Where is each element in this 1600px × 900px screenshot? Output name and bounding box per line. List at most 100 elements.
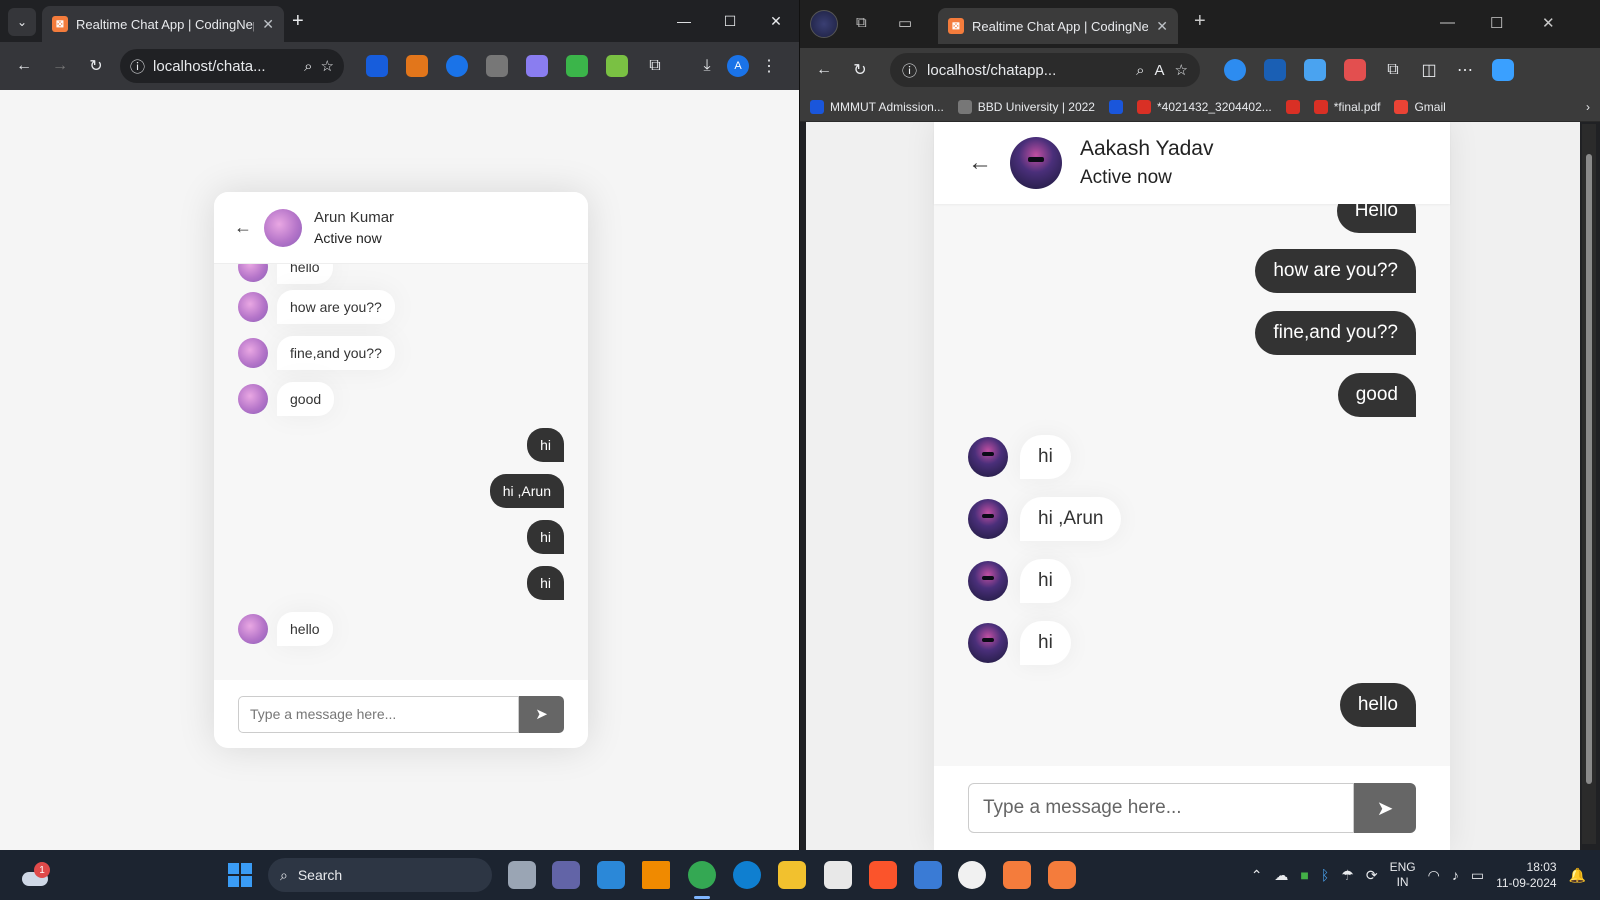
message-text: good <box>1337 373 1416 417</box>
back-arrow-icon[interactable]: ← <box>968 149 992 177</box>
bookmark-item[interactable]: *4021432_3204402... <box>1136 99 1272 114</box>
extension-bitwarden-icon[interactable] <box>366 55 388 77</box>
send-button[interactable]: ➤ <box>519 695 564 733</box>
download-icon[interactable]: ⤓ <box>691 50 723 82</box>
menu-kebab-icon[interactable]: ⋮ <box>753 50 785 82</box>
clock[interactable]: 18:03 11-09-2024 <box>1496 859 1557 891</box>
address-bar[interactable]: ⓘ localhost/chatapp... ⌕ A ☆ <box>890 53 1200 87</box>
back-arrow-icon[interactable]: ← <box>234 217 252 238</box>
edge-tab-active[interactable]: ⊠ Realtime Chat App | CodingNepal ✕ <box>938 8 1178 44</box>
copilot-icon[interactable] <box>1492 59 1514 81</box>
close-window-button[interactable]: ✕ <box>1542 14 1555 32</box>
store-icon[interactable] <box>914 861 942 889</box>
new-tab-button[interactable]: + <box>1194 10 1206 33</box>
brave-icon[interactable] <box>869 861 897 889</box>
wifi-icon[interactable]: ◠ <box>1428 867 1440 884</box>
copilot-app-icon[interactable] <box>597 861 625 889</box>
windows-logo-quad <box>241 876 252 887</box>
bookmark-item[interactable] <box>1108 99 1123 114</box>
message-input[interactable] <box>968 783 1354 833</box>
minimize-button[interactable]: — <box>1440 14 1455 31</box>
bookmark-item[interactable]: MMMUT Admission... <box>810 99 944 114</box>
task-view-icon[interactable] <box>508 861 536 889</box>
extensions-puzzle-icon[interactable]: ⧉ <box>1377 54 1409 86</box>
maximize-button[interactable]: ☐ <box>1490 14 1503 32</box>
maximize-button[interactable]: ☐ <box>707 0 753 42</box>
profile-avatar[interactable]: A <box>727 55 749 77</box>
bookmark-item[interactable]: Gmail <box>1394 99 1446 114</box>
zoom-icon[interactable]: ⌕ <box>1136 62 1144 79</box>
chrome-app-icon[interactable] <box>688 861 716 889</box>
notification-bell-icon[interactable]: 🔔 <box>1569 867 1586 884</box>
tab-search-button[interactable]: ⌄ <box>8 8 36 36</box>
extension-chart2-icon[interactable] <box>606 55 628 77</box>
bookmark-star-icon[interactable]: ☆ <box>321 57 334 75</box>
message-input[interactable] <box>238 695 519 733</box>
tab-close-icon[interactable]: ✕ <box>262 16 274 33</box>
teams-meet-icon[interactable] <box>552 861 580 889</box>
forward-icon[interactable]: → <box>44 50 76 82</box>
xampp-icon[interactable] <box>1048 861 1076 889</box>
extension-metamask-icon[interactable] <box>406 55 428 77</box>
taskbar-search[interactable]: ⌕ Search <box>268 858 492 892</box>
bookmark-item[interactable] <box>1285 99 1300 114</box>
language-indicator[interactable]: ENG IN <box>1390 860 1416 890</box>
chrome-tab-active[interactable]: ⊠ Realtime Chat App | CodingNepal ✕ <box>42 6 284 42</box>
extension-k-icon[interactable] <box>446 55 468 77</box>
weather-tray-icon[interactable]: ☂ <box>1341 867 1354 884</box>
back-icon[interactable]: ← <box>808 54 840 86</box>
back-icon[interactable]: ← <box>8 50 40 82</box>
extension-shield-icon[interactable] <box>1224 59 1246 81</box>
chat-outgoing: Hello <box>968 204 1416 234</box>
bookmark-item[interactable]: BBD University | 2022 <box>957 99 1095 114</box>
battery-icon[interactable]: ▭ <box>1471 867 1484 884</box>
ladder-app-icon[interactable] <box>1003 861 1031 889</box>
tab-close-icon[interactable]: ✕ <box>1156 18 1168 35</box>
tab-actions-icon[interactable]: ▭ <box>898 14 912 32</box>
extension-color-icon[interactable] <box>1344 59 1366 81</box>
bluetooth-icon[interactable]: ᛒ <box>1321 867 1329 883</box>
reload-icon[interactable]: ↻ <box>80 50 112 82</box>
edge-profile-avatar[interactable] <box>810 10 838 38</box>
reload-icon[interactable]: ↻ <box>844 54 876 86</box>
split-screen-icon[interactable]: ◫ <box>1413 54 1445 86</box>
extension-blue-icon[interactable] <box>1304 59 1326 81</box>
new-tab-button[interactable]: + <box>292 10 304 33</box>
site-info-icon[interactable]: ⓘ <box>902 60 917 81</box>
chat-box[interactable]: Hello how are you?? fine,and you?? good … <box>934 204 1450 764</box>
file-explorer-icon[interactable] <box>778 861 806 889</box>
chat-incoming: good <box>238 382 564 416</box>
extension-purple-icon[interactable] <box>526 55 548 77</box>
send-button[interactable]: ➤ <box>1354 783 1416 833</box>
scrollbar-thumb[interactable] <box>1586 154 1592 784</box>
zoom-icon[interactable]: ⌕ <box>304 58 312 75</box>
vlc-icon[interactable] <box>642 861 670 889</box>
volume-icon[interactable]: ♪ <box>1452 867 1459 883</box>
chat-box[interactable]: hello how are you?? fine,and you?? good <box>214 264 588 676</box>
snipping-tool-icon[interactable] <box>824 861 852 889</box>
read-aloud-icon[interactable]: A <box>1155 62 1165 79</box>
address-bar[interactable]: ⓘ localhost/chata... ⌕ ☆ <box>120 49 344 83</box>
avatar <box>968 623 1008 663</box>
close-window-button[interactable]: ✕ <box>753 0 799 42</box>
chevron-right-icon[interactable]: › <box>1586 100 1590 114</box>
weather-widget[interactable]: 1 <box>22 862 50 890</box>
extension-chart-icon[interactable] <box>566 55 588 77</box>
workspaces-icon[interactable]: ⧉ <box>856 14 867 31</box>
site-info-icon[interactable]: ⓘ <box>130 56 145 77</box>
extension-vpn-icon[interactable] <box>1264 59 1286 81</box>
chevron-up-icon[interactable]: ⌃ <box>1251 867 1263 884</box>
sync-icon[interactable]: ⟳ <box>1366 867 1378 884</box>
onedrive-icon[interactable]: ☁ <box>1274 867 1288 884</box>
minimize-button[interactable]: — <box>661 0 707 42</box>
edge-app-icon[interactable] <box>733 861 761 889</box>
extension-grey-icon[interactable] <box>486 55 508 77</box>
settings-more-icon[interactable]: ⋯ <box>1449 54 1481 86</box>
toggle-app-icon[interactable] <box>958 861 986 889</box>
extensions-puzzle-icon[interactable]: ⧉ <box>639 50 671 82</box>
start-button[interactable] <box>228 863 252 887</box>
favorite-star-icon[interactable]: ☆ <box>1175 61 1188 79</box>
green-app-icon[interactable]: ■ <box>1300 867 1308 883</box>
bookmark-item[interactable]: *final.pdf <box>1313 99 1380 114</box>
vertical-scrollbar[interactable] <box>1582 124 1596 844</box>
